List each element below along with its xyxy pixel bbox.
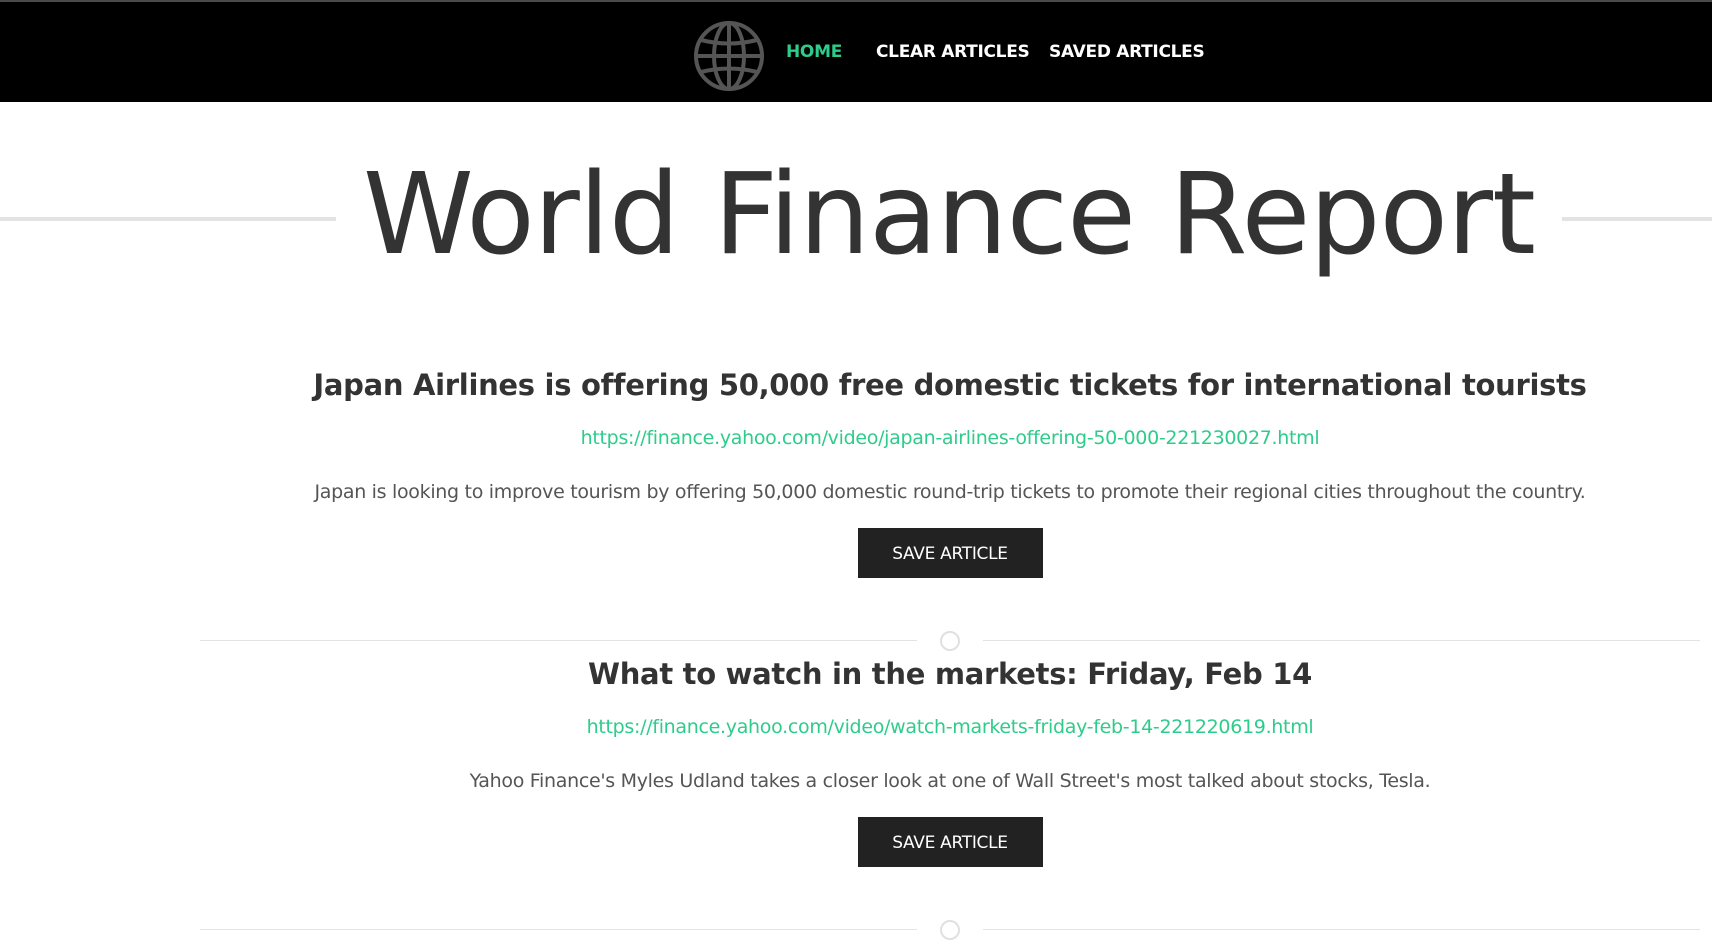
nav-home-link[interactable]: HOME xyxy=(786,42,842,62)
globe-icon[interactable] xyxy=(692,19,766,93)
article-link[interactable]: https://finance.yahoo.com/video/japan-ai… xyxy=(200,425,1700,451)
article-card: Japan Airlines is offering 50,000 free d… xyxy=(200,365,1700,578)
article-title: Japan Airlines is offering 50,000 free d… xyxy=(313,368,1587,402)
top-navbar: HOME CLEAR ARTICLES SAVED ARTICLES xyxy=(0,0,1712,102)
save-article-button[interactable]: SAVE ARTICLE xyxy=(857,528,1043,578)
article-divider xyxy=(200,920,1700,940)
save-article-button[interactable]: SAVE ARTICLE xyxy=(857,817,1043,867)
divider-line-left xyxy=(200,929,917,930)
article-title: What to watch in the markets: Friday, Fe… xyxy=(588,657,1312,691)
divider-circle-icon xyxy=(940,920,960,940)
hero-section: World Finance Report xyxy=(0,102,1712,332)
article-summary: Japan is looking to improve tourism by o… xyxy=(314,481,1586,503)
divider-line-right xyxy=(983,640,1700,641)
nav-saved-articles-link[interactable]: SAVED ARTICLES xyxy=(1049,42,1205,62)
divider-circle-icon xyxy=(940,631,960,651)
article-link[interactable]: https://finance.yahoo.com/video/watch-ma… xyxy=(200,714,1700,740)
divider-line-right xyxy=(983,929,1700,930)
page-title: World Finance Report xyxy=(363,150,1536,280)
nav-clear-articles-link[interactable]: CLEAR ARTICLES xyxy=(876,42,1030,62)
article-card: What to watch in the markets: Friday, Fe… xyxy=(200,654,1700,867)
divider-line-left xyxy=(200,640,917,641)
article-summary: Yahoo Finance's Myles Udland takes a clo… xyxy=(469,770,1431,792)
hero-rule-left xyxy=(0,217,336,221)
hero-rule-right xyxy=(1562,217,1712,221)
article-divider xyxy=(200,631,1700,651)
